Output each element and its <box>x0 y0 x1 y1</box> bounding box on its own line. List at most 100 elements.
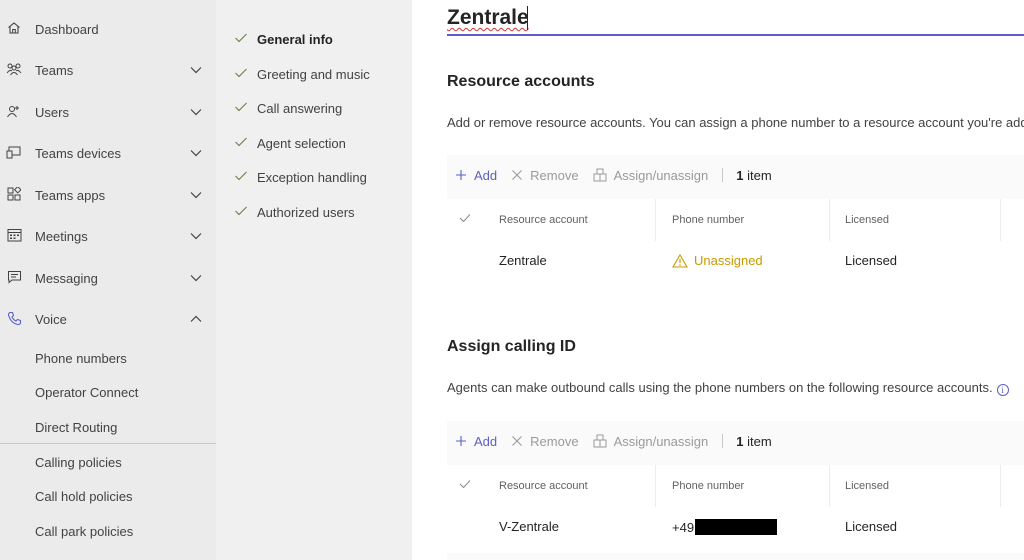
select-all-checkmark-icon[interactable] <box>459 479 471 489</box>
nav-sub-label: Direct Routing <box>35 419 118 435</box>
column-divider <box>829 199 830 241</box>
step-call-answering[interactable]: Call answering <box>216 93 412 123</box>
nav-item-teams-devices[interactable]: Teams devices <box>0 135 216 171</box>
item-count-unit: item <box>747 433 772 449</box>
nav-subitem-operator-connect[interactable]: Operator Connect <box>0 377 216 407</box>
column-divider <box>655 199 656 241</box>
column-header[interactable]: Licensed <box>845 214 889 226</box>
nav-sub-label: Calling policies <box>35 454 122 470</box>
step-label: Greeting and music <box>257 66 370 82</box>
remove-button[interactable]: Remove <box>511 433 579 449</box>
nav-item-teams[interactable]: Teams <box>0 52 216 88</box>
select-all-checkmark-icon[interactable] <box>459 213 471 223</box>
chevron-down-icon[interactable] <box>189 105 203 119</box>
step-label: Authorized users <box>257 204 355 220</box>
step-greeting-and-music[interactable]: Greeting and music <box>216 59 412 89</box>
step-authorized-users[interactable]: Authorized users <box>216 197 412 227</box>
toolbar-divider <box>722 168 724 182</box>
nav-sub-label: Phone numbers <box>35 350 127 366</box>
warning-icon <box>672 253 688 268</box>
nav-label: Meetings <box>35 228 88 244</box>
step-agent-selection[interactable]: Agent selection <box>216 128 412 158</box>
remove-button[interactable]: Remove <box>511 167 579 183</box>
nav-subitem-phone-numbers[interactable]: Phone numbers <box>0 343 216 373</box>
wizard-steps: General info Greeting and music Call ans… <box>216 0 412 560</box>
item-count-unit: item <box>747 167 772 183</box>
assign-icon <box>593 168 607 182</box>
table-row[interactable]: V-Zentrale +49 Licensed <box>447 507 1024 547</box>
nav-label: Dashboard <box>35 21 99 37</box>
checkmark-icon <box>235 137 247 147</box>
nav-subitem-call-hold-policies[interactable]: Call hold policies <box>0 481 216 511</box>
nav-item-messaging[interactable]: Messaging <box>0 260 216 296</box>
column-header[interactable]: Resource account <box>499 214 588 226</box>
cell-phone-number: Unassigned <box>672 253 763 268</box>
chevron-down-icon[interactable] <box>189 229 203 243</box>
add-button[interactable]: Add <box>455 168 497 183</box>
phone-icon <box>6 310 22 326</box>
teams-icon <box>6 61 22 77</box>
step-label: Exception handling <box>257 169 367 185</box>
step-general-info[interactable]: General info <box>216 24 412 54</box>
column-divider <box>655 465 656 507</box>
name-field[interactable] <box>447 0 1024 36</box>
chevron-down-icon[interactable] <box>189 146 203 160</box>
column-header[interactable]: Licensed <box>845 480 889 492</box>
section-description: Agents can make outbound calls using the… <box>447 380 1009 396</box>
add-label: Add <box>474 433 498 449</box>
step-label: General info <box>257 31 333 47</box>
users-icon <box>6 103 22 119</box>
phone-status: Unassigned <box>694 253 763 268</box>
column-header[interactable]: Phone number <box>672 480 744 492</box>
redacted-phone-number <box>695 519 778 535</box>
assign-unassign-button[interactable]: Assign/unassign <box>593 434 708 449</box>
checkmark-icon <box>235 206 247 216</box>
calendar-icon <box>6 227 22 243</box>
calling-id-table: Resource account Phone number Licensed V… <box>447 461 1024 553</box>
nav-item-voice[interactable]: Voice <box>0 301 216 337</box>
nav-item-dashboard[interactable]: Dashboard <box>0 11 216 47</box>
column-divider <box>1000 199 1001 241</box>
nav-sub-label: Call park policies <box>35 523 134 539</box>
item-count: 1 item <box>736 168 771 183</box>
chevron-down-icon[interactable] <box>189 63 203 77</box>
section-title-assign-calling-id: Assign calling ID <box>447 338 576 355</box>
table-row[interactable]: Zentrale Unassigned Licensed <box>447 241 1024 281</box>
item-count-number: 1 <box>736 167 744 183</box>
remove-label: Remove <box>530 167 579 183</box>
section-description: Add or remove resource accounts. You can… <box>447 115 1024 131</box>
nav-subitem-direct-routing[interactable]: Direct Routing <box>0 412 216 442</box>
chevron-down-icon[interactable] <box>189 271 203 285</box>
add-label: Add <box>474 167 498 183</box>
column-divider <box>1000 465 1001 507</box>
column-header[interactable]: Resource account <box>499 480 588 492</box>
assign-icon <box>593 434 607 448</box>
nav-item-teams-apps[interactable]: Teams apps <box>0 177 216 213</box>
nav-subitem-call-park-policies[interactable]: Call park policies <box>0 516 216 546</box>
add-button[interactable]: Add <box>455 434 497 449</box>
cell-resource-account: Zentrale <box>499 253 547 268</box>
nav-divider <box>0 443 216 444</box>
nav-label: Teams devices <box>35 145 121 161</box>
nav-item-users[interactable]: Users <box>0 94 216 130</box>
toolbar: Add Remove Assign/unassign 1 item <box>447 421 1024 461</box>
remove-label: Remove <box>530 433 579 449</box>
nav-subitem-calling-policies[interactable]: Calling policies <box>0 447 216 477</box>
table-header: Resource account Phone number Licensed <box>447 199 1024 241</box>
nav-item-meetings[interactable]: Meetings <box>0 218 216 254</box>
cell-resource-account: V-Zentrale <box>499 519 559 534</box>
resource-accounts-table: Resource account Phone number Licensed Z… <box>447 195 1024 287</box>
chat-icon <box>6 269 22 285</box>
step-exception-handling[interactable]: Exception handling <box>216 162 412 192</box>
step-label: Agent selection <box>257 135 346 151</box>
chevron-up-icon[interactable] <box>189 312 203 326</box>
info-icon[interactable]: i <box>996 384 1009 396</box>
assign-unassign-button[interactable]: Assign/unassign <box>593 168 708 183</box>
column-divider <box>829 465 830 507</box>
chevron-down-icon[interactable] <box>189 188 203 202</box>
left-navigation: Dashboard Teams Users Teams devices Team… <box>0 0 216 560</box>
table-header: Resource account Phone number Licensed <box>447 465 1024 507</box>
column-header[interactable]: Phone number <box>672 214 744 226</box>
nav-label: Users <box>35 104 69 120</box>
step-label: Call answering <box>257 100 343 116</box>
